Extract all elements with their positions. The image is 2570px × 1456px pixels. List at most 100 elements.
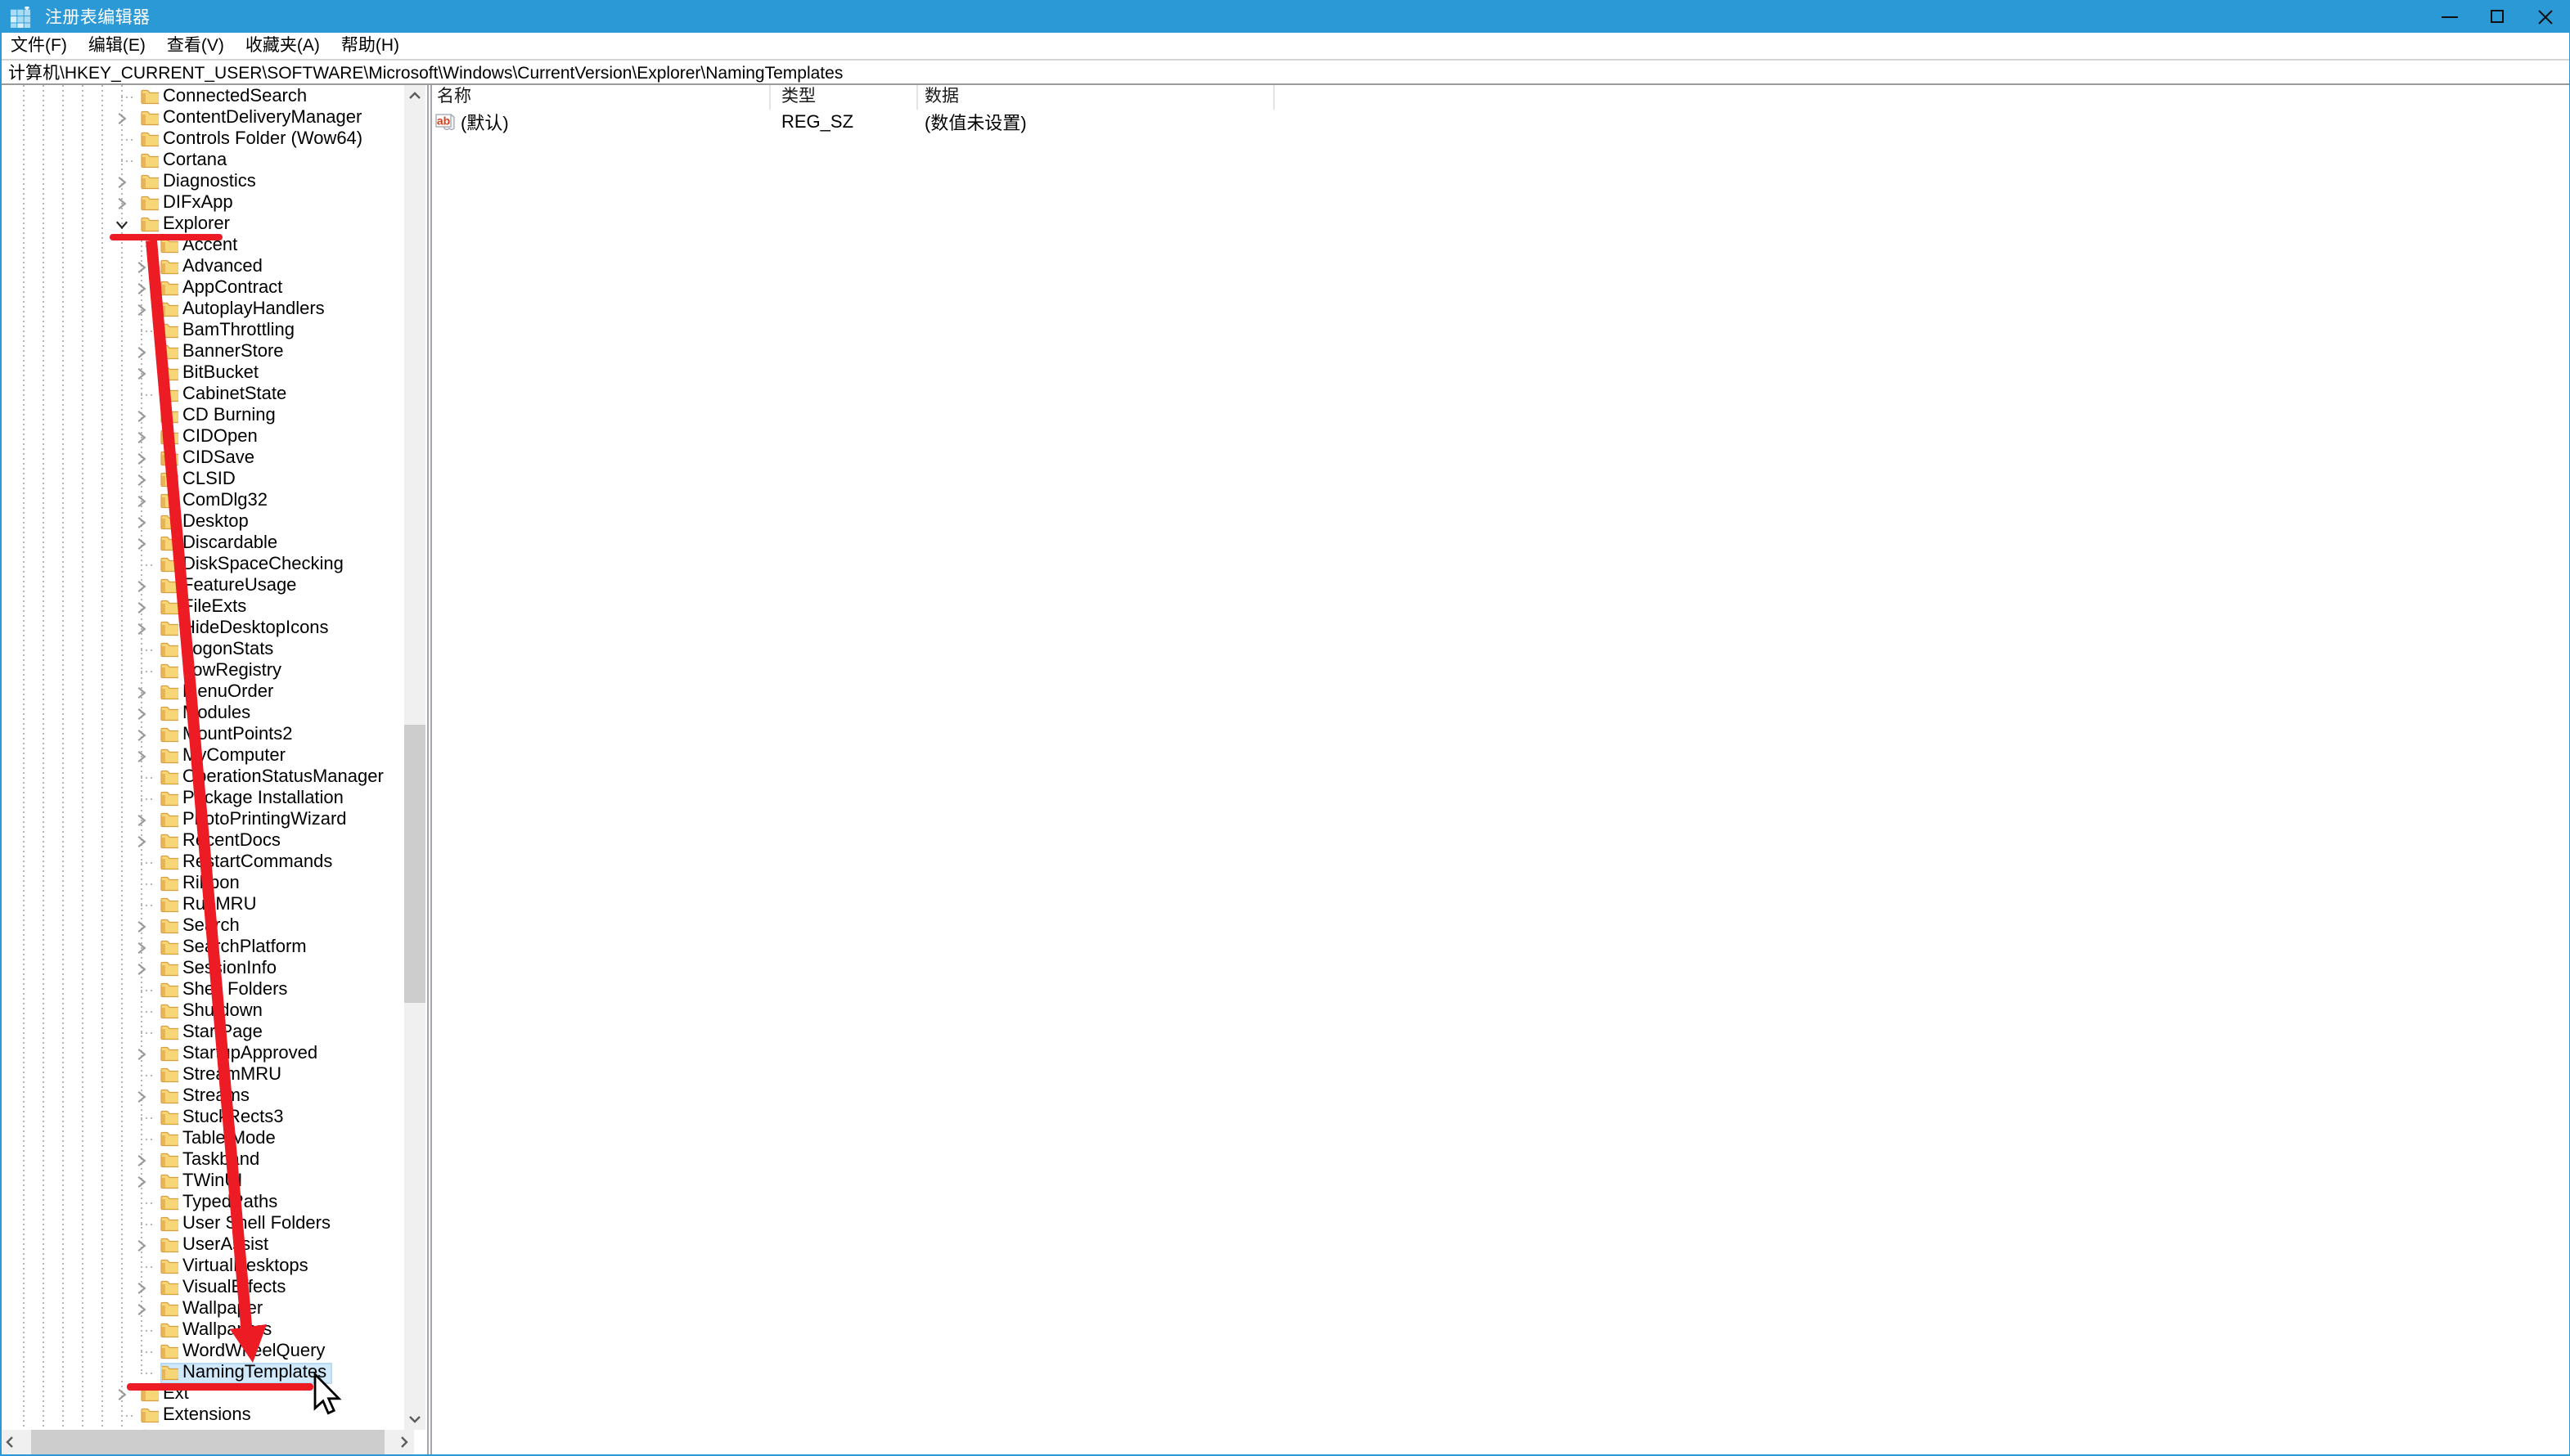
menu-item[interactable]: 文件(F) bbox=[0, 33, 78, 59]
maximize-button[interactable] bbox=[2473, 0, 2522, 33]
chevron-right-icon[interactable] bbox=[134, 451, 149, 465]
tree-item[interactable]: Package Installation bbox=[0, 788, 404, 809]
chevron-right-icon[interactable] bbox=[134, 281, 149, 295]
address-bar[interactable]: 计算机\HKEY_CURRENT_USER\SOFTWARE\Microsoft… bbox=[0, 61, 2570, 85]
tree-item[interactable]: FileExts bbox=[0, 596, 404, 618]
tree-item[interactable]: SearchPlatform bbox=[0, 937, 404, 958]
chevron-right-icon[interactable] bbox=[134, 1174, 149, 1189]
tree-item[interactable]: OperationStatusManager bbox=[0, 766, 404, 788]
tree-item[interactable]: Taskband bbox=[0, 1149, 404, 1171]
chevron-right-icon[interactable] bbox=[134, 1238, 149, 1252]
tree-item[interactable]: ComDlg32 bbox=[0, 490, 404, 511]
tree-item[interactable]: RestartCommands bbox=[0, 852, 404, 873]
chevron-right-icon[interactable] bbox=[134, 1046, 149, 1061]
column-header[interactable]: 数据 bbox=[917, 85, 1275, 110]
tree-item[interactable]: BitBucket bbox=[0, 362, 404, 384]
tree-item[interactable]: BannerStore bbox=[0, 341, 404, 362]
chevron-right-icon[interactable] bbox=[134, 344, 149, 359]
tree-item[interactable]: Explorer bbox=[0, 213, 404, 235]
tree-item[interactable]: VisualEffects bbox=[0, 1277, 404, 1298]
chevron-right-icon[interactable] bbox=[115, 195, 129, 210]
tree-item[interactable]: Diagnostics bbox=[0, 171, 404, 192]
chevron-right-icon[interactable] bbox=[115, 174, 129, 189]
chevron-right-icon[interactable] bbox=[134, 408, 149, 423]
tree-item[interactable]: TypedPaths bbox=[0, 1192, 404, 1213]
tree-item[interactable]: WordWheelQuery bbox=[0, 1341, 404, 1362]
tree-item[interactable]: Cortana bbox=[0, 150, 404, 171]
tree-item[interactable]: RunMRU bbox=[0, 894, 404, 915]
tree-item[interactable]: NamingTemplates bbox=[0, 1362, 404, 1383]
tree-item[interactable]: HideDesktopIcons bbox=[0, 618, 404, 639]
chevron-right-icon[interactable] bbox=[134, 515, 149, 529]
menu-item[interactable]: 编辑(E) bbox=[78, 33, 156, 59]
tree-item[interactable]: StreamMRU bbox=[0, 1064, 404, 1085]
tree-item[interactable]: StuckRects3 bbox=[0, 1107, 404, 1128]
tree-item[interactable]: TWinUI bbox=[0, 1171, 404, 1192]
minimize-button[interactable] bbox=[2425, 0, 2473, 33]
tree-item[interactable]: AutoplayHandlers bbox=[0, 299, 404, 320]
chevron-right-icon[interactable] bbox=[134, 429, 149, 444]
tree-item[interactable]: User Shell Folders bbox=[0, 1213, 404, 1234]
chevron-right-icon[interactable] bbox=[134, 834, 149, 848]
chevron-right-icon[interactable] bbox=[134, 493, 149, 508]
chevron-right-icon[interactable] bbox=[115, 1386, 129, 1401]
tree-item[interactable]: AppContract bbox=[0, 277, 404, 299]
tree-item[interactable]: Modules bbox=[0, 703, 404, 724]
tree-item[interactable]: Ext bbox=[0, 1383, 404, 1404]
tree-horizontal-scrollbar[interactable] bbox=[0, 1430, 414, 1454]
close-button[interactable] bbox=[2522, 0, 2570, 33]
chevron-right-icon[interactable] bbox=[134, 706, 149, 721]
tree-item[interactable]: Advanced bbox=[0, 256, 404, 277]
tree-item[interactable]: VirtualDesktops bbox=[0, 1256, 404, 1277]
value-row[interactable]: ab(默认)REG_SZ(数值未设置) bbox=[432, 111, 2570, 133]
tree-item[interactable]: CLSID bbox=[0, 469, 404, 490]
menu-item[interactable]: 查看(V) bbox=[156, 33, 235, 59]
horizontal-scrollbar-thumb[interactable] bbox=[31, 1430, 385, 1454]
tree-item[interactable]: StartPage bbox=[0, 1022, 404, 1043]
chevron-right-icon[interactable] bbox=[134, 621, 149, 636]
tree-item[interactable]: Wallpaper bbox=[0, 1298, 404, 1319]
tree-item[interactable]: PhotoPrintingWizard bbox=[0, 809, 404, 830]
tree-item[interactable]: UserAssist bbox=[0, 1234, 404, 1256]
chevron-right-icon[interactable] bbox=[134, 302, 149, 317]
tree-item[interactable]: Wallpapers bbox=[0, 1319, 404, 1341]
chevron-right-icon[interactable] bbox=[134, 472, 149, 487]
tree-item[interactable]: LogonStats bbox=[0, 639, 404, 660]
menu-item[interactable]: 帮助(H) bbox=[331, 33, 410, 59]
tree-item[interactable]: Discardable bbox=[0, 533, 404, 554]
chevron-right-icon[interactable] bbox=[134, 727, 149, 742]
chevron-right-icon[interactable] bbox=[134, 748, 149, 763]
tree-item[interactable]: LowRegistry bbox=[0, 660, 404, 681]
chevron-right-icon[interactable] bbox=[134, 536, 149, 550]
menu-item[interactable]: 收藏夹(A) bbox=[235, 33, 331, 59]
chevron-right-icon[interactable] bbox=[134, 1280, 149, 1295]
tree-item[interactable]: MountPoints2 bbox=[0, 724, 404, 745]
scroll-down-arrow[interactable] bbox=[404, 1409, 425, 1430]
chevron-right-icon[interactable] bbox=[134, 366, 149, 380]
tree-item[interactable]: Accent bbox=[0, 235, 404, 256]
tree-item[interactable]: Extensions bbox=[0, 1404, 404, 1426]
tree-item[interactable]: BamThrottling bbox=[0, 320, 404, 341]
chevron-right-icon[interactable] bbox=[134, 812, 149, 827]
chevron-right-icon[interactable] bbox=[134, 685, 149, 699]
column-header[interactable]: 类型 bbox=[770, 85, 917, 110]
tree-item[interactable]: RecentDocs bbox=[0, 830, 404, 852]
tree-item[interactable]: Controls Folder (Wow64) bbox=[0, 128, 404, 150]
tree-item[interactable]: ContentDeliveryManager bbox=[0, 107, 404, 128]
chevron-right-icon[interactable] bbox=[134, 259, 149, 274]
chevron-right-icon[interactable] bbox=[134, 919, 149, 933]
scroll-left-arrow[interactable] bbox=[0, 1431, 21, 1453]
tree-item[interactable]: Shell Folders bbox=[0, 979, 404, 1000]
tree-item[interactable]: Streams bbox=[0, 1085, 404, 1107]
tree-item[interactable]: DIFxApp bbox=[0, 192, 404, 213]
vertical-scrollbar-thumb[interactable] bbox=[404, 725, 425, 1003]
tree-item[interactable]: TabletMode bbox=[0, 1128, 404, 1149]
chevron-down-icon[interactable] bbox=[115, 217, 129, 231]
tree-item[interactable]: MenuOrder bbox=[0, 681, 404, 703]
tree-item[interactable]: CabinetState bbox=[0, 384, 404, 405]
scroll-right-arrow[interactable] bbox=[393, 1431, 414, 1453]
chevron-right-icon[interactable] bbox=[134, 600, 149, 614]
chevron-right-icon[interactable] bbox=[134, 961, 149, 976]
chevron-right-icon[interactable] bbox=[134, 1089, 149, 1103]
tree-item[interactable]: StartupApproved bbox=[0, 1043, 404, 1064]
